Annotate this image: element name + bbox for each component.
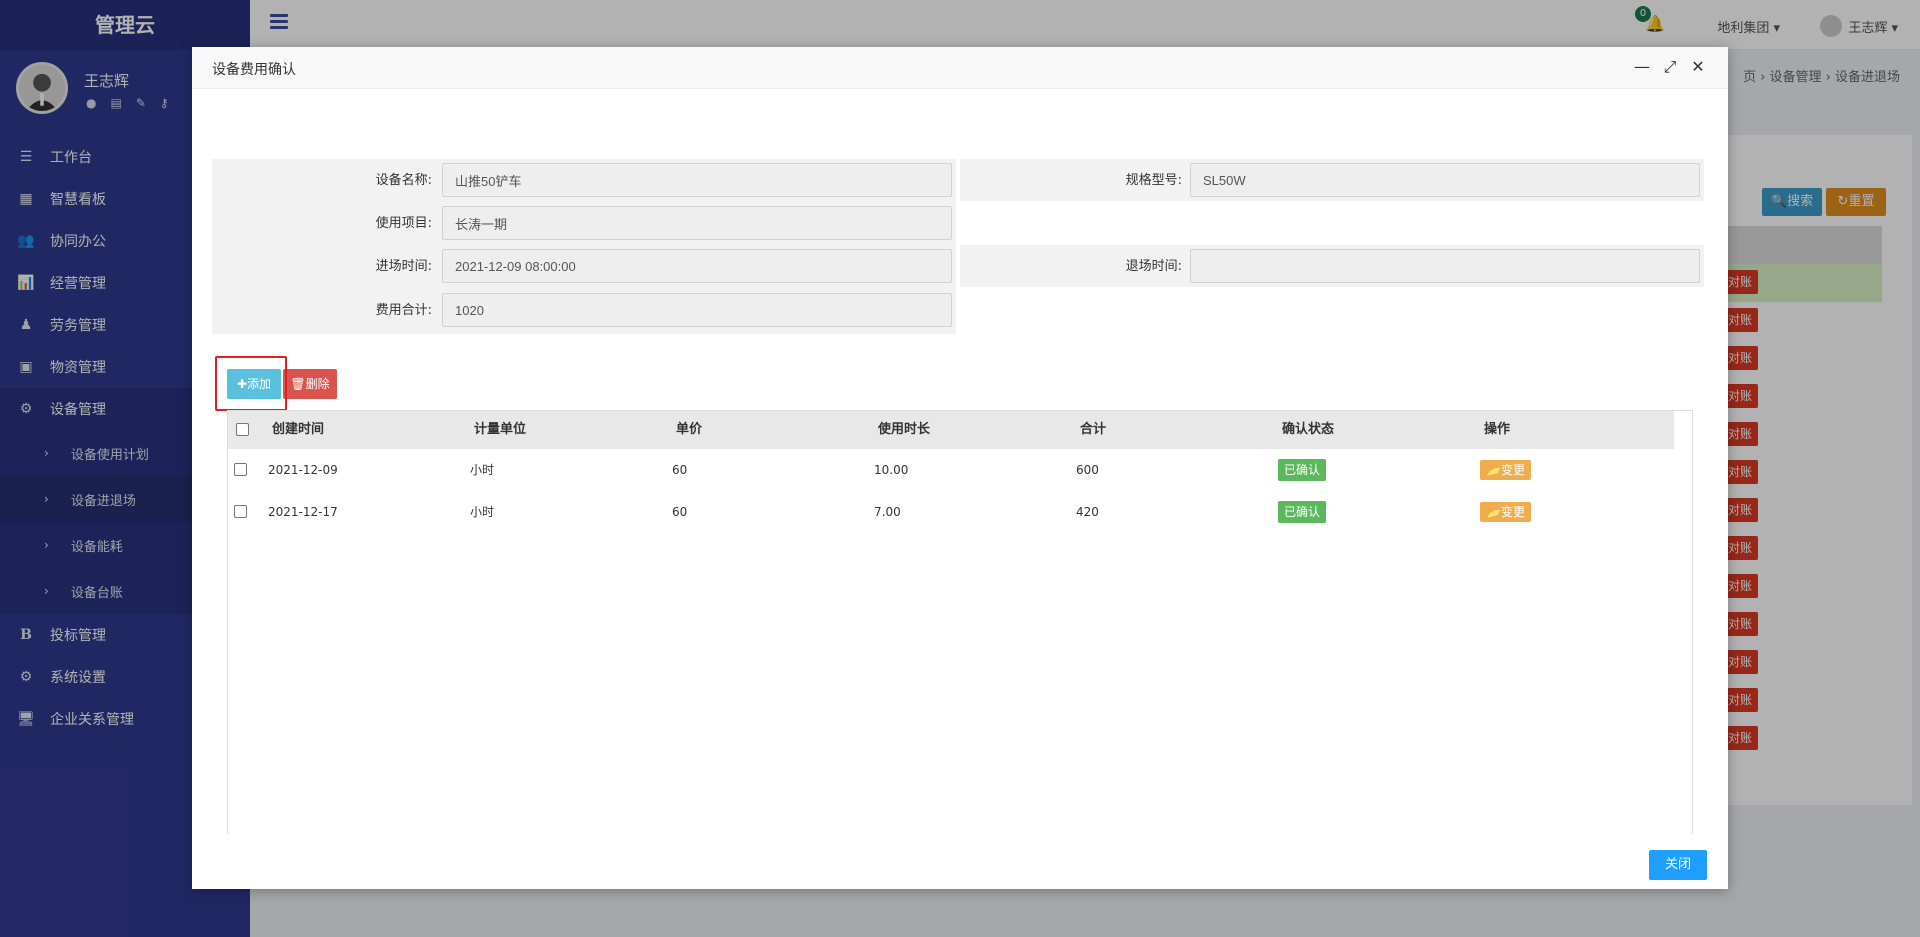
trash-icon: 🗑 xyxy=(290,377,306,391)
header-action: 操作 xyxy=(1484,422,1511,437)
cell-total: 420 xyxy=(1076,505,1099,519)
table-row: 2021-12-09 小时 60 10.00 600 已确认 📂变更 xyxy=(228,449,1674,491)
cost-detail-table: 创建时间 计量单位 单价 使用时长 合计 确认状态 操作 2021-12-09 … xyxy=(227,410,1693,834)
equipment-info-form: 设备名称: 规格型号: 使用项目: 进场时间: 退场时间: 费用合计: xyxy=(212,159,1704,334)
status-badge: 已确认 xyxy=(1278,501,1327,523)
equipment-name-label: 设备名称: xyxy=(375,173,432,188)
entry-time-label: 进场时间: xyxy=(375,259,432,274)
total-cost-field[interactable] xyxy=(442,293,952,327)
header-duration: 使用时长 xyxy=(878,422,931,437)
project-label: 使用项目: xyxy=(375,216,432,231)
cell-price: 60 xyxy=(672,463,688,477)
add-button[interactable]: ✚添加 xyxy=(227,369,281,399)
table-header: 创建时间 计量单位 单价 使用时长 合计 确认状态 操作 xyxy=(228,411,1674,449)
cell-duration: 7.00 xyxy=(874,505,901,519)
model-label: 规格型号: xyxy=(1125,173,1182,188)
modal-header: 设备费用确认 — ⤢ ✕ xyxy=(192,47,1728,89)
close-icon[interactable]: ✕ xyxy=(1690,57,1706,77)
cell-total: 600 xyxy=(1076,463,1099,477)
cell-status: 已确认 xyxy=(1278,449,1327,491)
cell-unit: 小时 xyxy=(470,463,495,477)
project-field[interactable] xyxy=(442,206,952,240)
select-all-checkbox[interactable] xyxy=(236,423,249,436)
modal-window-controls: — ⤢ ✕ xyxy=(1634,57,1706,77)
total-cost-label: 费用合计: xyxy=(375,303,432,318)
equipment-name-field[interactable] xyxy=(442,163,952,197)
row-checkbox[interactable] xyxy=(234,505,247,518)
change-button[interactable]: 📂变更 xyxy=(1480,502,1531,522)
cell-action: 📂变更 xyxy=(1480,491,1531,533)
header-unit: 计量单位 xyxy=(474,422,527,437)
modal-title: 设备费用确认 xyxy=(212,62,296,78)
equipment-cost-modal: 设备费用确认 — ⤢ ✕ 设备名称: 规格型号: 使用项目: 进场时间: 退场时… xyxy=(192,47,1728,889)
model-field[interactable] xyxy=(1190,163,1700,197)
cell-status: 已确认 xyxy=(1278,491,1327,533)
cell-action: 📂变更 xyxy=(1480,449,1531,491)
cell-created: 2021-12-17 xyxy=(268,505,338,519)
change-button[interactable]: 📂变更 xyxy=(1480,460,1531,480)
entry-time-field[interactable] xyxy=(442,249,952,283)
close-button[interactable]: 关闭 xyxy=(1649,850,1707,880)
header-status: 确认状态 xyxy=(1282,422,1335,437)
cell-duration: 10.00 xyxy=(874,463,909,477)
header-price: 单价 xyxy=(676,422,703,437)
table-row: 2021-12-17 小时 60 7.00 420 已确认 📂变更 xyxy=(228,491,1674,533)
maximize-icon[interactable]: ⤢ xyxy=(1662,57,1678,77)
folder-icon: 📂 xyxy=(1486,463,1501,477)
status-badge: 已确认 xyxy=(1278,459,1327,481)
minimize-icon[interactable]: — xyxy=(1634,57,1650,77)
row-checkbox[interactable] xyxy=(234,463,247,476)
plus-icon: ✚ xyxy=(236,377,248,391)
cell-created: 2021-12-09 xyxy=(268,463,338,477)
exit-time-field[interactable] xyxy=(1190,249,1700,283)
cell-price: 60 xyxy=(672,505,688,519)
delete-button[interactable]: 🗑删除 xyxy=(283,369,337,399)
folder-icon: 📂 xyxy=(1486,505,1501,519)
header-total: 合计 xyxy=(1080,422,1107,437)
exit-time-label: 退场时间: xyxy=(1125,259,1182,274)
header-created: 创建时间 xyxy=(272,422,325,437)
cell-unit: 小时 xyxy=(470,505,495,519)
